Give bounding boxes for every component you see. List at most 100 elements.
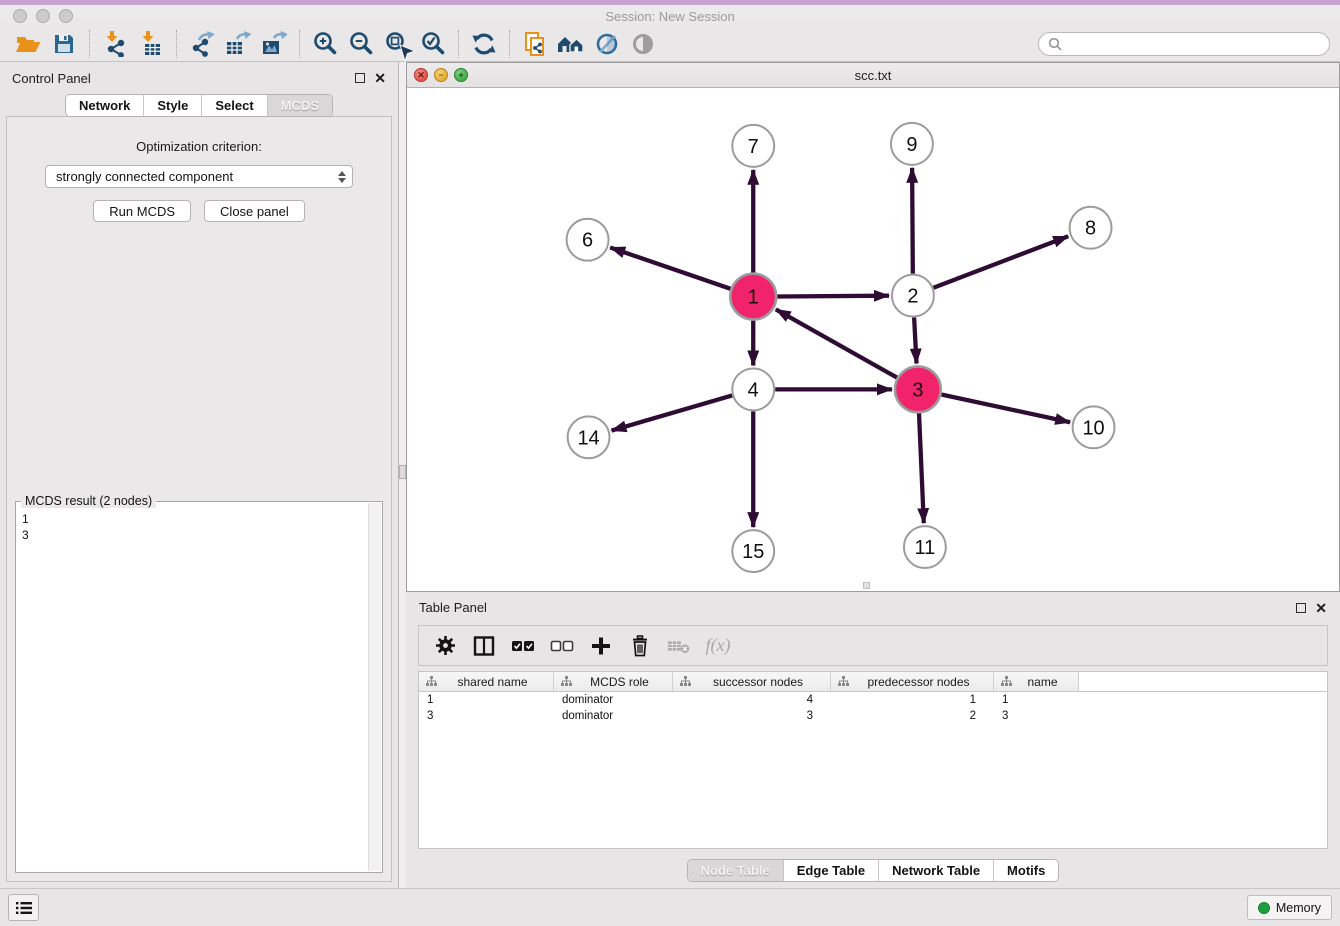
graph-node-4[interactable]: 4 (732, 368, 774, 410)
graph-edge-1-6[interactable] (610, 247, 730, 288)
content-area: Control Panel ✕ NetworkStyleSelectMCDS O… (0, 62, 1340, 888)
column-header-predecessor-nodes[interactable]: predecessor nodes (831, 672, 994, 691)
table-cell[interactable]: dominator (554, 708, 673, 724)
zoom-window-button[interactable] (59, 9, 73, 23)
import-network-button[interactable] (97, 28, 133, 60)
close-panel-button[interactable]: Close panel (204, 200, 305, 222)
style-paint-button[interactable] (589, 28, 625, 60)
mcds-result-list[interactable]: 13 (16, 502, 382, 543)
graph-node-8[interactable]: 8 (1070, 207, 1112, 249)
table-tab-node-table[interactable]: Node Table (688, 860, 783, 881)
float-table-panel-icon[interactable] (1296, 603, 1306, 613)
export-table-button[interactable] (220, 28, 256, 60)
panel-splitter[interactable] (398, 62, 406, 888)
network-canvas[interactable]: 7 9 6 8 1 2 4 3 14 10 15 11 (407, 88, 1339, 591)
select-all-button[interactable] (511, 634, 535, 658)
chevron-up-down-icon (338, 171, 346, 183)
table-tab-motifs[interactable]: Motifs (993, 860, 1058, 881)
task-history-button[interactable] (8, 894, 39, 921)
import-table-button[interactable] (133, 28, 169, 60)
graph-edge-2-8[interactable] (933, 236, 1068, 287)
tab-select[interactable]: Select (201, 95, 266, 116)
result-scrollbar[interactable] (368, 503, 381, 871)
graph-edge-3-1[interactable] (776, 309, 897, 377)
graph-node-11[interactable]: 11 (904, 526, 946, 568)
result-line: 1 (22, 511, 376, 527)
clone-network-button[interactable] (517, 28, 553, 60)
close-view-button[interactable]: ✕ (414, 68, 428, 82)
graph-node-2[interactable]: 2 (892, 275, 934, 317)
view-resize-grip[interactable] (863, 582, 870, 589)
tab-style[interactable]: Style (143, 95, 201, 116)
graph-edge-4-14[interactable] (612, 395, 733, 430)
table-panel-title: Table Panel (419, 600, 487, 615)
open-session-button[interactable] (10, 28, 46, 60)
delete-column-button[interactable] (628, 634, 652, 658)
table-row[interactable]: 1dominator411 (419, 692, 1327, 708)
network-window-titlebar[interactable]: ✕ − + scc.txt (407, 63, 1339, 88)
column-header-successor-nodes[interactable]: successor nodes (673, 672, 831, 691)
table-cell[interactable]: 2 (831, 708, 994, 724)
graph-node-6[interactable]: 6 (567, 219, 609, 261)
table-cell[interactable]: 4 (673, 692, 831, 708)
graph-edge-3-10[interactable] (941, 394, 1070, 422)
column-header-MCDS-role[interactable]: MCDS role (554, 672, 673, 691)
deselect-all-button[interactable] (550, 634, 574, 658)
graph-node-3[interactable]: 3 (895, 366, 941, 412)
trash-icon (630, 635, 650, 657)
show-hide-button[interactable] (625, 28, 661, 60)
first-neighbors-button[interactable] (553, 28, 589, 60)
search-input[interactable] (1062, 37, 1320, 52)
table-cell[interactable]: 3 (994, 708, 1079, 724)
table-cell[interactable]: 3 (673, 708, 831, 724)
graph-node-10[interactable]: 10 (1073, 406, 1115, 448)
close-table-panel-icon[interactable]: ✕ (1315, 603, 1327, 613)
export-network-button[interactable] (184, 28, 220, 60)
table-tab-network-table[interactable]: Network Table (878, 860, 993, 881)
table-cell[interactable]: dominator (554, 692, 673, 708)
export-image-button[interactable] (256, 28, 292, 60)
table-cell[interactable]: 3 (419, 708, 554, 724)
save-session-button[interactable] (46, 28, 82, 60)
minimize-view-button[interactable]: − (434, 68, 448, 82)
table-cell[interactable]: 1 (419, 692, 554, 708)
criterion-dropdown[interactable]: strongly connected component (45, 165, 353, 188)
table-row[interactable]: 3dominator323 (419, 708, 1327, 724)
search-field[interactable] (1038, 32, 1330, 56)
add-column-button[interactable] (589, 634, 613, 658)
apply-layout-button[interactable] (466, 28, 502, 60)
graph-node-7[interactable]: 7 (732, 125, 774, 167)
graph-node-14[interactable]: 14 (568, 416, 610, 458)
minimize-window-button[interactable] (36, 9, 50, 23)
tab-network[interactable]: Network (66, 95, 143, 116)
memory-button[interactable]: Memory (1247, 895, 1332, 920)
graph-edge-1-2[interactable] (777, 296, 889, 297)
maximize-view-button[interactable]: + (454, 68, 468, 82)
graph-edge-2-3[interactable] (914, 318, 916, 364)
splitter-grip[interactable] (399, 465, 406, 479)
network-graph[interactable]: 7 9 6 8 1 2 4 3 14 10 15 11 (407, 88, 1339, 591)
table-cell[interactable]: 1 (831, 692, 994, 708)
run-mcds-button[interactable]: Run MCDS (93, 200, 191, 222)
table-settings-button[interactable] (433, 634, 457, 658)
zoom-in-button[interactable] (307, 28, 343, 60)
column-header-name[interactable]: name (994, 672, 1079, 691)
zoom-out-button[interactable] (343, 28, 379, 60)
graph-node-15[interactable]: 15 (732, 530, 774, 572)
zoom-selected-button[interactable] (415, 28, 451, 60)
delete-table-button[interactable] (667, 634, 691, 658)
table-tab-edge-table[interactable]: Edge Table (783, 860, 878, 881)
graph-node-1[interactable]: 1 (730, 274, 776, 320)
float-panel-icon[interactable] (355, 73, 365, 83)
split-columns-button[interactable] (472, 634, 496, 658)
function-builder-button[interactable]: f(x) (706, 634, 730, 658)
table-cell[interactable]: 1 (994, 692, 1079, 708)
close-window-button[interactable] (13, 9, 27, 23)
graph-node-9[interactable]: 9 (891, 123, 933, 165)
close-panel-icon[interactable]: ✕ (374, 73, 386, 83)
column-header-shared-name[interactable]: shared name (419, 672, 554, 691)
tab-mcds[interactable]: MCDS (267, 95, 332, 116)
graph-edge-2-9[interactable] (912, 168, 913, 274)
graph-edge-3-11[interactable] (919, 413, 924, 523)
toolbar-separator (509, 30, 510, 58)
